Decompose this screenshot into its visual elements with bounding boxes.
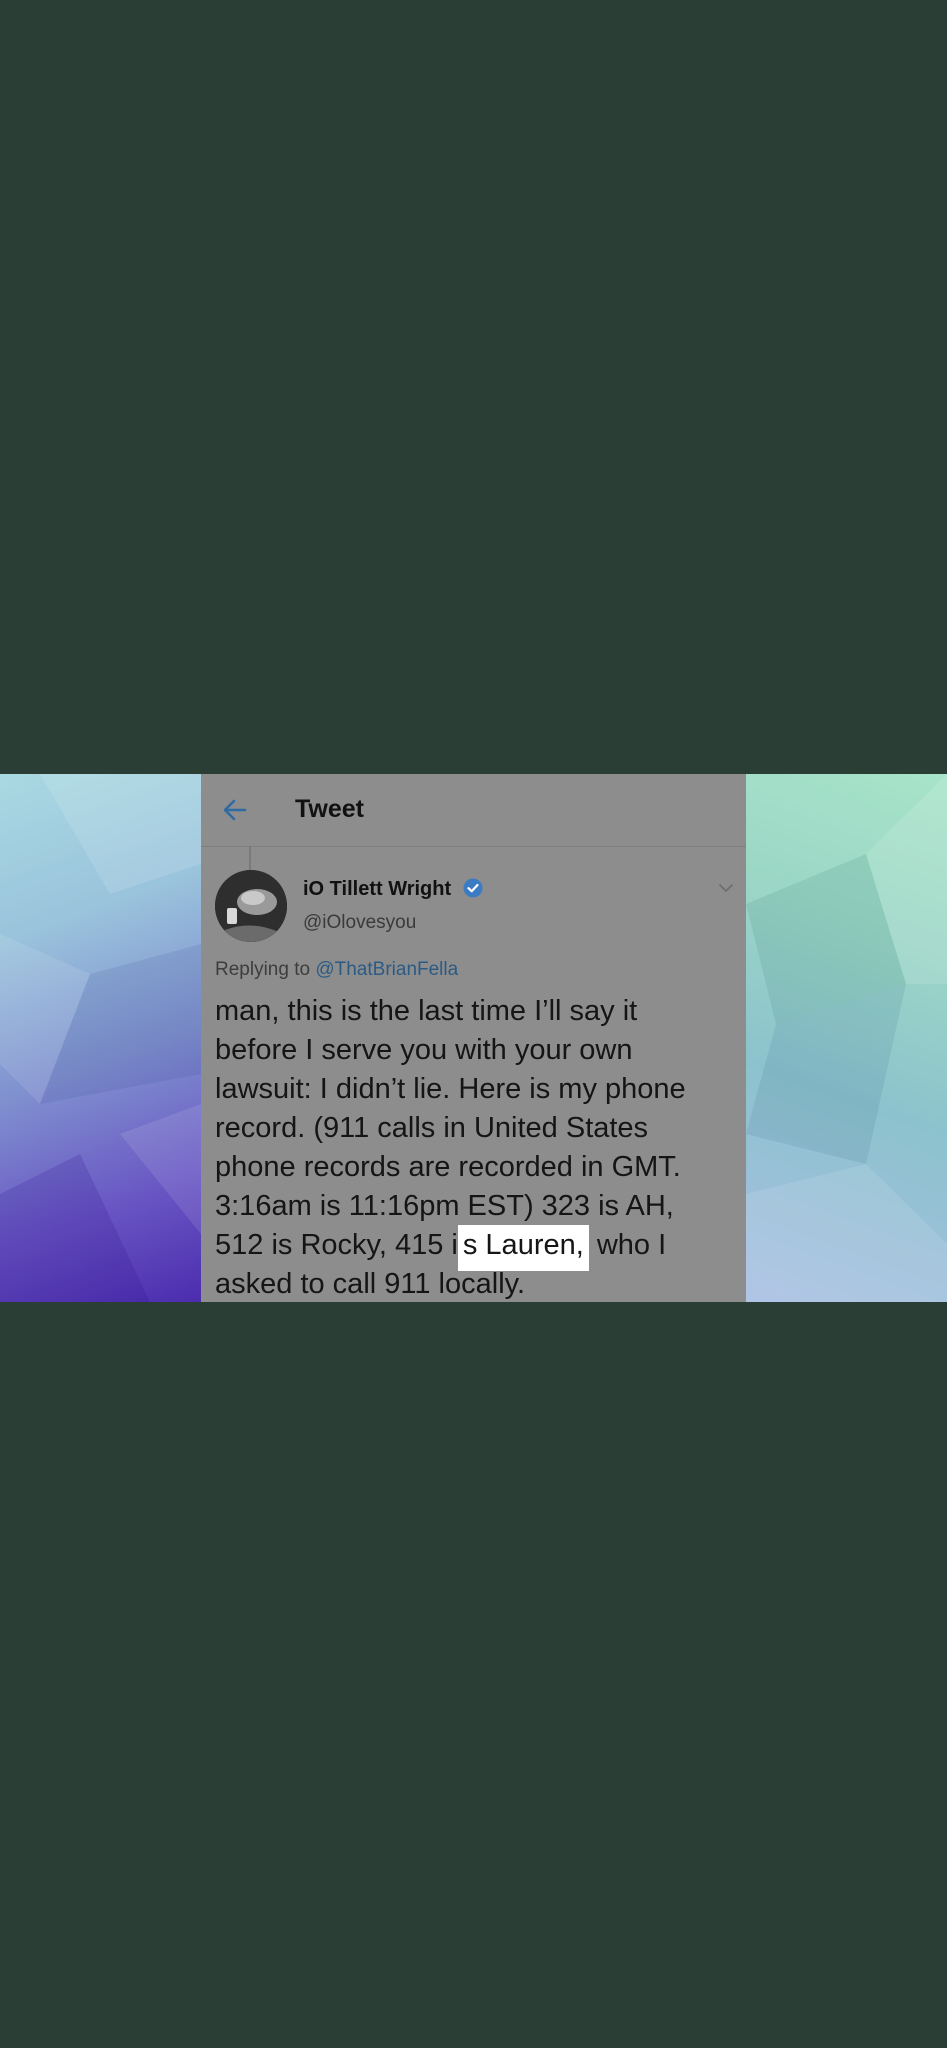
tweet-line: 3:16am is 11:16pm EST) 323 is AH,	[215, 1190, 674, 1222]
left-background-art	[0, 774, 201, 1302]
author-name[interactable]: iO Tillett Wright	[303, 878, 483, 901]
author-handle[interactable]: @iOlovesyou	[303, 912, 416, 934]
tweet-line-highlighted: 512 is Rocky, 415 is Lauren, who I	[215, 1225, 740, 1271]
tweet-line: before I serve you with your own	[215, 1034, 633, 1066]
page: Tweet iO Tillett Wright @iOlovesyou Repl…	[0, 0, 947, 2048]
header-title: Tweet	[295, 795, 364, 823]
tweet-text: man, this is the last time I’ll say it b…	[215, 992, 740, 1302]
tweet-screenshot: Tweet iO Tillett Wright @iOlovesyou Repl…	[201, 774, 746, 1302]
right-background-art	[746, 774, 947, 1302]
tweet-header-bar: Tweet	[201, 774, 746, 847]
tweet-line: man, this is the last time I’ll say it	[215, 995, 638, 1027]
tweet-line: phone records are recorded in GMT.	[215, 1151, 681, 1183]
replying-to: Replying to @ThatBrianFella	[215, 959, 458, 981]
author-name-text: iO Tillett Wright	[303, 878, 452, 900]
chevron-down-icon[interactable]	[716, 878, 736, 898]
line-segment: who I	[588, 1229, 667, 1261]
verified-badge-icon	[463, 878, 483, 898]
shared-image: Tweet iO Tillett Wright @iOlovesyou Repl…	[0, 774, 947, 1302]
tweet-line: record. (911 calls in United States	[215, 1112, 649, 1144]
line-segment: 512 is Rocky, 415 i	[215, 1229, 458, 1261]
avatar-photo	[215, 870, 287, 942]
reply-mention-link[interactable]: @ThatBrianFella	[315, 959, 458, 980]
right-polygon-pattern	[746, 774, 947, 1302]
avatar[interactable]	[215, 870, 287, 942]
reply-prefix: Replying to	[215, 959, 311, 980]
tweet-line: asked to call 911 locally.	[215, 1268, 526, 1300]
arrow-left-icon[interactable]	[221, 796, 249, 824]
tweet-line: lawsuit: I didn’t lie. Here is my phone	[215, 1073, 686, 1105]
left-polygon-pattern	[0, 774, 201, 1302]
